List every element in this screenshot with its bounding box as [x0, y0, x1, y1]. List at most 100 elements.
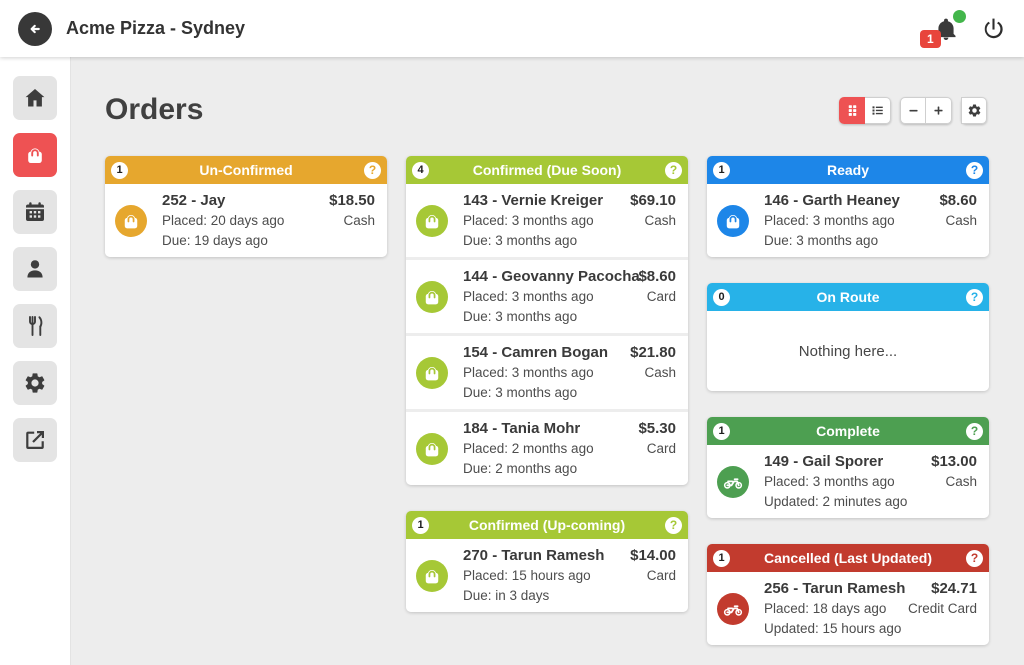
order-title: 184 - Tania Mohr	[463, 418, 623, 439]
order-title: 154 - Camren Bogan	[463, 342, 615, 363]
sidebar-item-home[interactable]	[13, 76, 57, 120]
order-card[interactable]: 184 - Tania MohrPlaced: 2 months agoDue:…	[406, 412, 688, 485]
arrow-left-icon	[25, 19, 45, 39]
column-header: 1 Un-Confirmed?	[105, 156, 387, 184]
gear-icon	[23, 371, 47, 395]
column-count-badge: 4	[412, 162, 429, 179]
list-icon	[870, 103, 885, 118]
column-header: 4Confirmed (Due Soon)?	[406, 156, 688, 184]
column-title: Un-Confirmed	[134, 162, 358, 178]
grid-view-button[interactable]	[839, 97, 865, 124]
order-payment-block: $14.00Card	[630, 545, 676, 586]
order-payment-block: $13.00Cash	[931, 451, 977, 492]
app-body: Orders	[0, 57, 1024, 665]
order-placed-line: Placed: 2 months ago	[463, 439, 623, 459]
order-card[interactable]: 270 - Tarun RameshPlaced: 15 hours agoDu…	[406, 539, 688, 612]
column-count-badge: 1	[111, 162, 128, 179]
help-icon[interactable]: ?	[665, 517, 682, 534]
order-card[interactable]: 146 - Garth HeaneyPlaced: 3 months agoDu…	[707, 184, 989, 257]
column-header: 1 Complete?	[707, 417, 989, 445]
sidebar-item-orders[interactable]	[13, 133, 57, 177]
orders-toolbar	[839, 97, 987, 124]
zoom-group	[900, 97, 952, 124]
column-count-badge: 0	[713, 289, 730, 306]
order-card[interactable]: 252 - JayPlaced: 20 days agoDue: 19 days…	[105, 184, 387, 257]
order-amount: $8.60	[939, 190, 977, 211]
order-card[interactable]: 256 - Tarun RameshPlaced: 18 days agoUpd…	[707, 572, 989, 645]
status-column-on-route: 0On Route?Nothing here...	[707, 283, 989, 391]
order-payment-block: $21.80Cash	[630, 342, 676, 383]
delivery-bike-icon	[717, 593, 749, 625]
status-column-un-confirmed: 1 Un-Confirmed? 252 - JayPlaced: 20 days a…	[105, 156, 387, 257]
status-column-confirmed-due-soon: 4Confirmed (Due Soon)?143 - Vernie Kreig…	[406, 156, 688, 485]
help-icon[interactable]: ?	[364, 162, 381, 179]
order-secondary-line: Due: 2 months ago	[463, 459, 623, 479]
order-secondary-line: Due: 3 months ago	[463, 231, 615, 251]
gear-icon	[967, 103, 982, 118]
column-header: 1Confirmed (Up-coming)?	[406, 511, 688, 539]
order-amount: $69.10	[630, 190, 676, 211]
order-title: 146 - Garth Heaney	[764, 190, 924, 211]
sidebar-item-menu[interactable]	[13, 304, 57, 348]
order-payment-method: Cash	[329, 211, 375, 231]
shopping-bag-icon	[416, 281, 448, 313]
zoom-in-button[interactable]	[926, 97, 952, 124]
column-count-badge: 1	[713, 550, 730, 567]
board-stack: 4Confirmed (Due Soon)?143 - Vernie Kreig…	[406, 156, 688, 612]
sidebar-item-calendar[interactable]	[13, 190, 57, 234]
shopping-bag-icon	[717, 205, 749, 237]
back-button[interactable]	[18, 12, 52, 46]
sidebar-item-external[interactable]	[13, 418, 57, 462]
order-payment-method: Cash	[630, 211, 676, 231]
order-card[interactable]: 149 - Gail SporerPlaced: 3 months agoUpd…	[707, 445, 989, 518]
order-amount: $5.30	[638, 418, 676, 439]
help-icon[interactable]: ?	[665, 162, 682, 179]
column-title: Complete	[736, 423, 960, 439]
order-payment-block: $5.30Card	[638, 418, 676, 459]
order-payment-block: $18.50Cash	[329, 190, 375, 231]
order-card[interactable]: 154 - Camren BoganPlaced: 3 months agoDu…	[406, 336, 688, 412]
logout-power-button[interactable]	[981, 16, 1006, 41]
column-count-badge: 1	[713, 423, 730, 440]
order-payment-block: $69.10Cash	[630, 190, 676, 231]
help-icon[interactable]: ?	[966, 550, 983, 567]
column-header: 1Cancelled (Last Updated)?	[707, 544, 989, 572]
column-title: Confirmed (Up-coming)	[435, 517, 659, 533]
column-body: 256 - Tarun RameshPlaced: 18 days agoUpd…	[707, 572, 989, 645]
sidebar-item-settings[interactable]	[13, 361, 57, 405]
order-amount: $8.60	[638, 266, 676, 287]
order-placed-line: Placed: 3 months ago	[463, 287, 623, 307]
notification-count-badge: 1	[920, 30, 941, 48]
order-placed-line: Placed: 15 hours ago	[463, 566, 615, 586]
order-placed-line: Placed: 20 days ago	[162, 211, 314, 231]
order-details: 146 - Garth HeaneyPlaced: 3 months agoDu…	[764, 190, 924, 251]
order-placed-line: Placed: 3 months ago	[463, 211, 615, 231]
column-body: 252 - JayPlaced: 20 days agoDue: 19 days…	[105, 184, 387, 257]
order-secondary-line: Due: 3 months ago	[463, 307, 623, 327]
list-view-button[interactable]	[865, 97, 891, 124]
zoom-out-button[interactable]	[900, 97, 926, 124]
help-icon[interactable]: ?	[966, 423, 983, 440]
page-title: Orders	[105, 93, 203, 127]
board-settings-button[interactable]	[961, 97, 987, 124]
order-card[interactable]: 143 - Vernie KreigerPlaced: 3 months ago…	[406, 184, 688, 260]
shopping-bag-icon	[23, 143, 47, 167]
order-payment-method: Cash	[630, 363, 676, 383]
order-card[interactable]: 144 - Geovanny PacochaPlaced: 3 months a…	[406, 260, 688, 336]
help-icon[interactable]: ?	[966, 162, 983, 179]
top-bar: Acme Pizza - Sydney 1	[0, 0, 1024, 57]
order-placed-line: Placed: 3 months ago	[764, 211, 924, 231]
sidebar-item-customers[interactable]	[13, 247, 57, 291]
column-body: 149 - Gail SporerPlaced: 3 months agoUpd…	[707, 445, 989, 518]
order-title: 143 - Vernie Kreiger	[463, 190, 615, 211]
help-icon[interactable]: ?	[966, 289, 983, 306]
shopping-bag-icon	[416, 357, 448, 389]
notifications-button[interactable]: 1	[933, 16, 959, 42]
order-title: 149 - Gail Sporer	[764, 451, 916, 472]
grid-icon	[845, 103, 860, 118]
view-toggle-group	[839, 97, 891, 124]
board-stack: 1 Un-Confirmed? 252 - JayPlaced: 20 days a…	[105, 156, 387, 257]
order-payment-method: Cash	[939, 211, 977, 231]
shopping-bag-icon	[416, 433, 448, 465]
order-details: 154 - Camren BoganPlaced: 3 months agoDu…	[463, 342, 615, 403]
